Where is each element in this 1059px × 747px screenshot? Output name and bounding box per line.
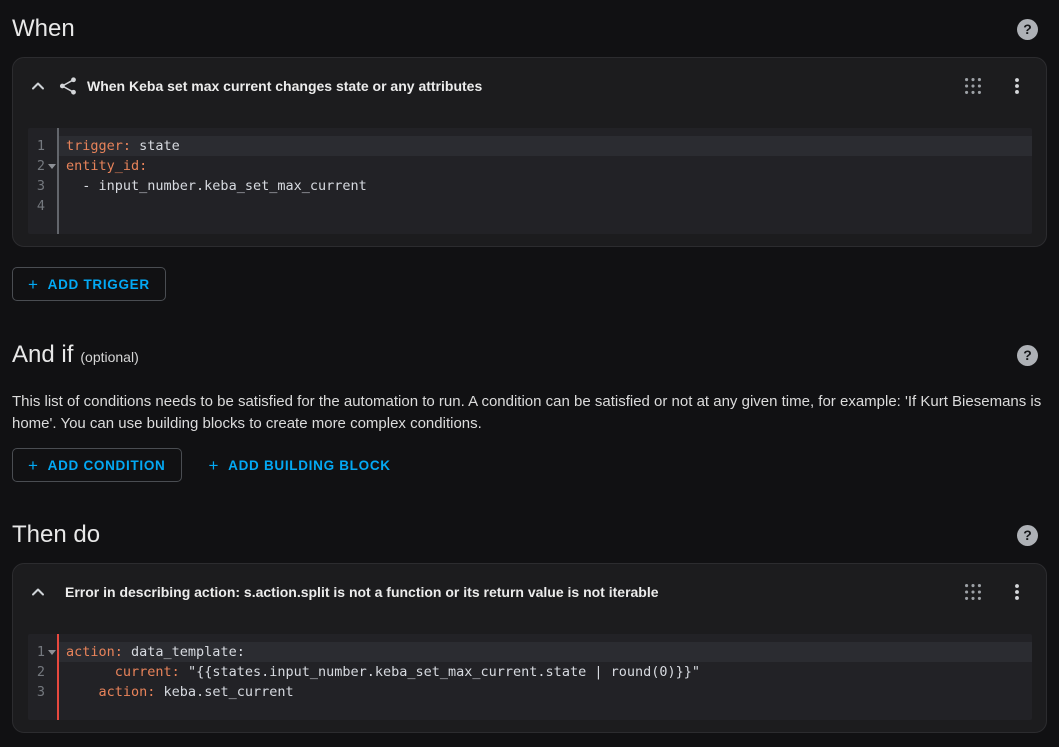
line-number: 4 xyxy=(28,196,57,216)
kebab-menu-icon xyxy=(1006,581,1028,603)
then-do-heading: Then do xyxy=(12,521,100,549)
and-if-heading: And if (optional) xyxy=(12,341,139,369)
grid-dots-icon xyxy=(962,581,984,603)
help-icon: ? xyxy=(1023,21,1032,37)
when-help-button[interactable]: ? xyxy=(1017,19,1038,40)
action-card-actions xyxy=(954,573,1036,611)
editor-code: trigger: state entity_id: - input_number… xyxy=(59,128,1032,234)
optional-label: (optional) xyxy=(80,349,138,365)
when-heading-label: When xyxy=(12,15,75,43)
collapse-button[interactable] xyxy=(19,67,57,105)
trigger-card-actions xyxy=(954,67,1036,105)
conditions-description: This list of conditions needs to be sati… xyxy=(12,391,1047,435)
code-line: trigger: state xyxy=(59,136,1032,156)
reorder-button[interactable] xyxy=(954,573,992,611)
then-do-help-button[interactable]: ? xyxy=(1017,525,1038,546)
action-card-header: Error in describing action: s.action.spl… xyxy=(13,564,1046,620)
kebab-menu-icon xyxy=(1006,75,1028,97)
line-number: 2 xyxy=(28,662,57,682)
reorder-button[interactable] xyxy=(954,67,992,105)
grid-dots-icon xyxy=(962,75,984,97)
help-icon: ? xyxy=(1023,347,1032,363)
overflow-menu-button[interactable] xyxy=(998,67,1036,105)
add-condition-button[interactable]: + ADD CONDITION xyxy=(12,448,182,482)
code-line: action: keba.set_current xyxy=(59,682,1032,702)
chevron-up-icon xyxy=(26,580,50,604)
action-card: Error in describing action: s.action.spl… xyxy=(12,563,1047,733)
add-trigger-label: ADD TRIGGER xyxy=(48,277,150,292)
chevron-up-icon xyxy=(26,74,50,98)
editor-code: action: data_template: current: "{{state… xyxy=(59,634,1032,720)
code-line: - input_number.keba_set_max_current xyxy=(59,176,1032,196)
trigger-yaml-editor[interactable]: 1 2 3 4 trigger: state entity_id: - inpu… xyxy=(28,128,1032,234)
editor-gutter: 1 2 3 xyxy=(28,634,59,720)
action-yaml-editor[interactable]: 1 2 3 action: data_template: current: "{… xyxy=(28,634,1032,720)
line-number: 1 xyxy=(28,642,57,662)
when-heading: When xyxy=(12,15,75,43)
line-number: 3 xyxy=(28,176,57,196)
add-trigger-button[interactable]: + ADD TRIGGER xyxy=(12,267,166,301)
line-number: 2 xyxy=(28,156,57,176)
then-do-heading-label: Then do xyxy=(12,521,100,549)
fold-arrow-icon[interactable] xyxy=(48,650,56,655)
overflow-menu-button[interactable] xyxy=(998,573,1036,611)
and-if-section-header: And if (optional) ? xyxy=(12,338,1047,372)
line-number: 3 xyxy=(28,682,57,702)
state-trigger-icon xyxy=(57,75,79,97)
trigger-card-header: When Keba set max current changes state … xyxy=(13,58,1046,114)
plus-icon: + xyxy=(209,457,220,474)
when-section-header: When ? xyxy=(12,12,1047,46)
code-line: entity_id: xyxy=(59,156,1032,176)
trigger-card: When Keba set max current changes state … xyxy=(12,57,1047,247)
add-building-block-button[interactable]: + ADD BUILDING BLOCK xyxy=(194,448,406,482)
code-line: current: "{{states.input_number.keba_set… xyxy=(59,662,1032,682)
and-if-heading-label: And if xyxy=(12,341,73,369)
code-line xyxy=(59,196,1032,216)
code-line: action: data_template: xyxy=(59,642,1032,662)
fold-arrow-icon[interactable] xyxy=(48,164,56,169)
trigger-card-title: When Keba set max current changes state … xyxy=(87,78,954,94)
add-building-block-label: ADD BUILDING BLOCK xyxy=(228,458,391,473)
action-card-title: Error in describing action: s.action.spl… xyxy=(65,584,954,600)
plus-icon: + xyxy=(28,457,39,474)
then-do-section-header: Then do ? xyxy=(12,518,1047,552)
editor-gutter: 1 2 3 4 xyxy=(28,128,59,234)
plus-icon: + xyxy=(28,276,39,293)
automation-editor: When ? xyxy=(0,0,1059,733)
collapse-button[interactable] xyxy=(19,573,57,611)
help-icon: ? xyxy=(1023,527,1032,543)
add-condition-label: ADD CONDITION xyxy=(48,458,166,473)
line-number: 1 xyxy=(28,136,57,156)
and-if-help-button[interactable]: ? xyxy=(1017,345,1038,366)
